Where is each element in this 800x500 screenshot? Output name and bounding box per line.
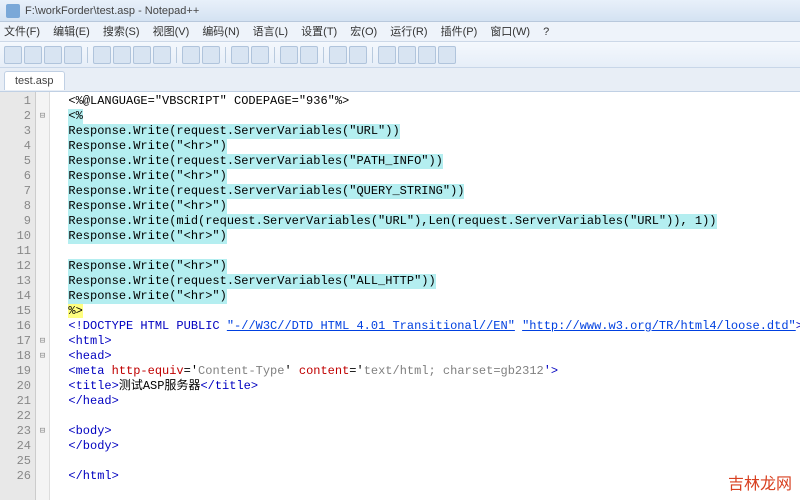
tab-bar: test.asp [0, 68, 800, 92]
watermark-text: 吉林龙网 [728, 470, 792, 494]
separator [323, 47, 324, 63]
menu-file[interactable]: 文件(F) [4, 26, 40, 38]
zoom-out-icon[interactable] [300, 46, 318, 64]
stop-icon[interactable] [418, 46, 436, 64]
menu-search[interactable]: 搜索(S) [103, 26, 140, 38]
line-numbers: 1234567891011121314151617181920212223242… [0, 92, 36, 500]
open-icon[interactable] [24, 46, 42, 64]
tab-label: test.asp [15, 75, 54, 87]
toolbar [0, 42, 800, 68]
menu-run[interactable]: 运行(R) [390, 26, 427, 38]
menu-encoding[interactable]: 编码(N) [202, 26, 239, 38]
fold-column[interactable]: ⊟⊟⊟⊟ [36, 92, 50, 500]
find-icon[interactable] [231, 46, 249, 64]
record-icon[interactable] [378, 46, 396, 64]
separator [225, 47, 226, 63]
redo-icon[interactable] [202, 46, 220, 64]
menu-settings[interactable]: 设置(T) [301, 26, 337, 38]
menu-macro[interactable]: 宏(O) [350, 26, 377, 38]
code-area[interactable]: <%@LANGUAGE="VBSCRIPT" CODEPAGE="936"%> … [50, 92, 800, 500]
separator [372, 47, 373, 63]
replace-icon[interactable] [251, 46, 269, 64]
menu-help[interactable]: ? [543, 26, 549, 38]
show-all-icon[interactable] [349, 46, 367, 64]
save-all-icon[interactable] [64, 46, 82, 64]
menu-window[interactable]: 窗口(W) [490, 26, 530, 38]
zoom-in-icon[interactable] [280, 46, 298, 64]
separator [176, 47, 177, 63]
menu-language[interactable]: 语言(L) [253, 26, 288, 38]
new-icon[interactable] [4, 46, 22, 64]
code-editor[interactable]: 1234567891011121314151617181920212223242… [0, 92, 800, 500]
menu-bar: 文件(F) 编辑(E) 搜索(S) 视图(V) 编码(N) 语言(L) 设置(T… [0, 22, 800, 42]
undo-icon[interactable] [182, 46, 200, 64]
fast-icon[interactable] [438, 46, 456, 64]
play-icon[interactable] [398, 46, 416, 64]
separator [87, 47, 88, 63]
print-icon[interactable] [93, 46, 111, 64]
separator [274, 47, 275, 63]
cut-icon[interactable] [113, 46, 131, 64]
save-icon[interactable] [44, 46, 62, 64]
wrap-icon[interactable] [329, 46, 347, 64]
copy-icon[interactable] [133, 46, 151, 64]
menu-view[interactable]: 视图(V) [153, 26, 190, 38]
paste-icon[interactable] [153, 46, 171, 64]
menu-plugins[interactable]: 插件(P) [441, 26, 478, 38]
menu-edit[interactable]: 编辑(E) [53, 26, 90, 38]
window-titlebar: F:\workForder\test.asp - Notepad++ [0, 0, 800, 22]
tab-file[interactable]: test.asp [4, 71, 65, 90]
window-title: F:\workForder\test.asp - Notepad++ [25, 0, 199, 22]
app-icon [6, 4, 20, 18]
